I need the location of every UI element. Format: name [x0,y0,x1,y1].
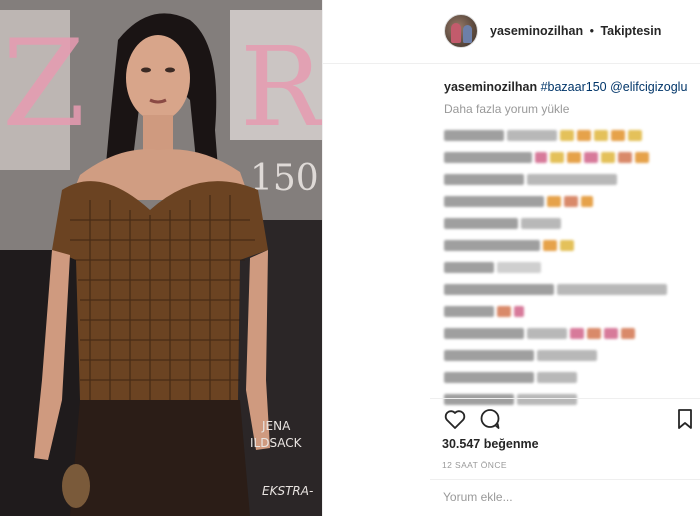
comment-row [444,370,684,384]
header-username[interactable]: yaseminozilhan [490,24,583,38]
comment-box [430,479,700,516]
like-count[interactable]: 30.547 beğenme [442,437,539,451]
svg-text:Z: Z [2,15,85,154]
header-separator: • [589,24,594,38]
heart-icon[interactable] [443,407,467,431]
bookmark-icon[interactable] [673,407,697,431]
comment-row [444,238,684,252]
svg-text:150: 150 [250,158,319,199]
svg-text:R: R [240,23,322,151]
comment-row [444,194,684,208]
follow-status[interactable]: Takiptesin [600,24,661,38]
avatar-figure-2 [463,25,472,43]
comment-row [444,392,684,406]
svg-text:JENA: JENA [261,419,291,433]
header-text: yaseminozilhan • Takiptesin [490,24,661,38]
comment-row [444,304,684,318]
comment-row [444,216,684,230]
comment-row [444,150,684,164]
comment-bubble-icon[interactable] [478,407,502,431]
svg-text:ILDSACK: ILDSACK [250,436,303,450]
svg-text:EKSTRA-: EKSTRA- [262,484,313,498]
comment-row [444,326,684,340]
avatar[interactable] [444,14,478,48]
post-photo[interactable]: Z R 150 K [0,0,322,516]
actions-divider [430,398,700,399]
caption-username[interactable]: yaseminozilhan [444,80,537,94]
caption-hashtag[interactable]: #bazaar150 [541,80,607,94]
timestamp[interactable]: 12 SAAT ÖNCE [442,460,507,470]
comment-input[interactable] [443,490,693,504]
comment-row [444,348,684,362]
comment-row [444,172,684,186]
caption-mention[interactable]: @elifcigizoglu [610,80,687,94]
avatar-figure-1 [451,23,461,43]
comment-row [444,128,684,142]
caption: yaseminozilhan #bazaar150 @elifcigizoglu [444,78,687,96]
blurred-comments [444,120,684,406]
load-more-comments-link[interactable]: Daha fazla yorum yükle [444,102,569,116]
post-photo-illustration: Z R 150 K [0,0,322,516]
comment-row [444,282,684,296]
comment-row [444,260,684,274]
